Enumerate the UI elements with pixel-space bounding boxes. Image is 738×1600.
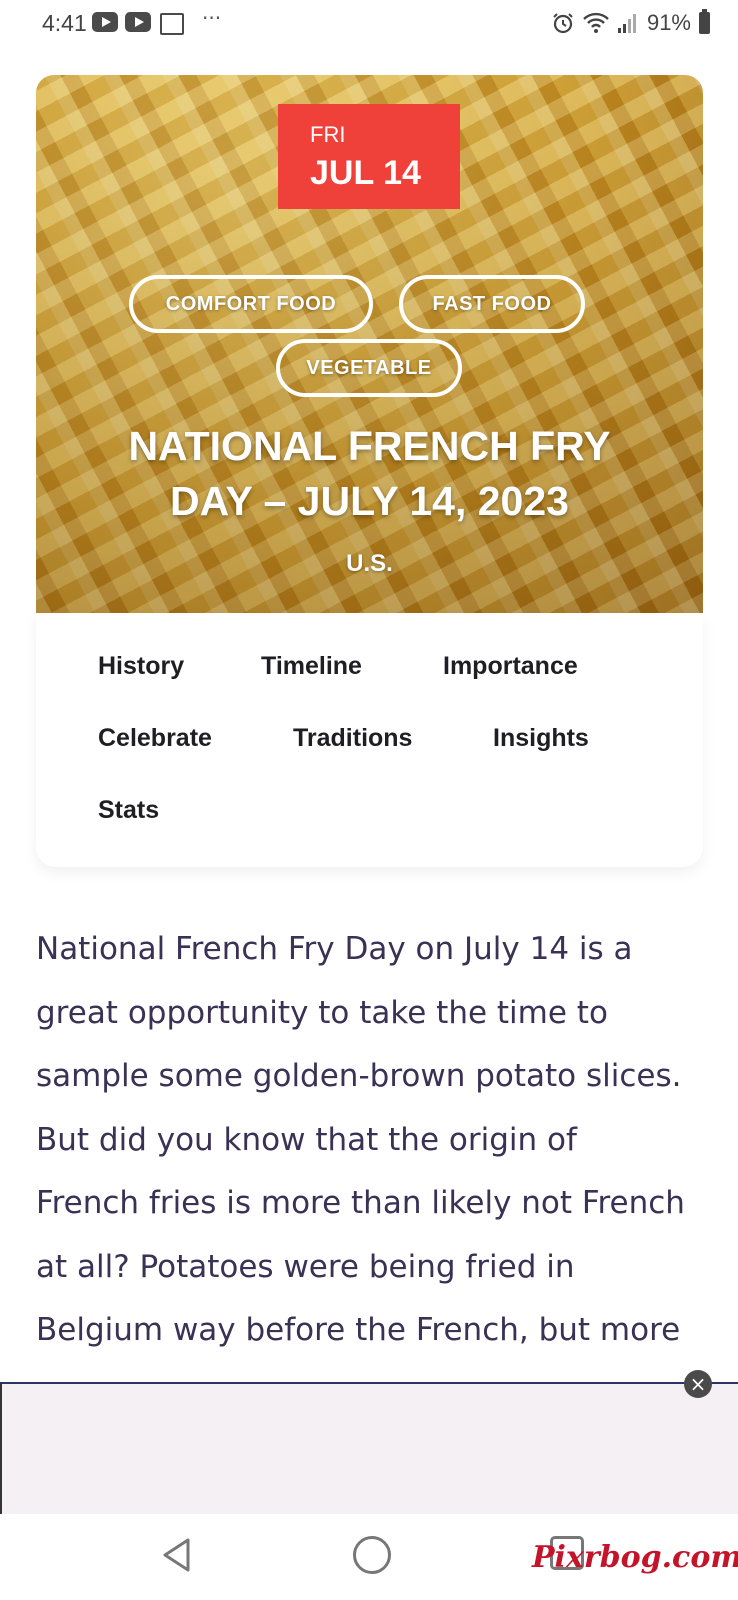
article-line: Belgium way before the French, but more: [36, 1312, 681, 1348]
wifi-icon: [583, 12, 609, 33]
tag-comfort-food[interactable]: COMFORT FOOD: [129, 275, 373, 333]
nav-link-traditions[interactable]: Traditions: [293, 724, 412, 753]
home-icon[interactable]: [353, 1536, 391, 1574]
article-line: sample some golden-brown potato slices.: [36, 1058, 682, 1094]
article-body: National French Fry Day on July 14 is a …: [36, 918, 706, 1363]
page-title-line: DAY – JULY 14, 2023: [170, 478, 569, 524]
date-month-day: JUL 14: [310, 154, 421, 192]
status-indicators: 91%: [551, 9, 710, 36]
battery-icon: [699, 9, 710, 34]
page-title-line: NATIONAL FRENCH FRY: [128, 423, 611, 469]
page-title: NATIONAL FRENCH FRY DAY – JULY 14, 2023: [56, 419, 683, 529]
date-day-of-week: FRI: [310, 122, 346, 147]
article-line: But did you know that the origin of: [36, 1121, 577, 1158]
ad-banner[interactable]: [0, 1382, 738, 1514]
nav-link-insights[interactable]: Insights: [493, 724, 589, 753]
tag-fast-food[interactable]: FAST FOOD: [399, 275, 585, 333]
signal-icon: [617, 14, 636, 33]
status-bar: 4:41 ··· 91%: [0, 0, 738, 48]
status-time: 4:41: [42, 10, 87, 36]
nav-link-timeline[interactable]: Timeline: [261, 652, 362, 681]
nav-link-history[interactable]: History: [98, 652, 184, 681]
youtube-notification-icon: [92, 12, 118, 32]
country-label: U.S.: [346, 550, 393, 577]
nav-link-stats[interactable]: Stats: [98, 796, 159, 825]
gallery-notification-icon: [160, 13, 184, 35]
article-line: French fries is more than likely not Fre…: [36, 1185, 685, 1221]
article-line: at all? Potatoes were being fried in: [36, 1248, 575, 1285]
watermark-logo: Pixrbog.com: [532, 1540, 738, 1575]
youtube-notification-icon: [125, 12, 151, 32]
ad-close-icon[interactable]: ×: [684, 1370, 712, 1398]
nav-link-importance[interactable]: Importance: [443, 652, 578, 681]
date-badge: FRI JUL 14: [278, 104, 460, 209]
article-line: great opportunity to take the time to: [36, 994, 608, 1031]
alarm-icon: [553, 13, 573, 34]
hero-banner: FRI JUL 14 COMFORT FOOD FAST FOOD VEGETA…: [36, 75, 703, 613]
tag-vegetable[interactable]: VEGETABLE: [276, 339, 462, 397]
article-line: National French Fry Day on July 14 is a: [36, 931, 633, 967]
more-notifications-icon: ···: [202, 6, 222, 30]
nav-link-celebrate[interactable]: Celebrate: [98, 724, 212, 753]
section-nav: History Timeline Importance Celebrate Tr…: [36, 613, 703, 867]
back-icon[interactable]: [160, 1537, 194, 1573]
battery-percent: 91%: [646, 10, 691, 35]
